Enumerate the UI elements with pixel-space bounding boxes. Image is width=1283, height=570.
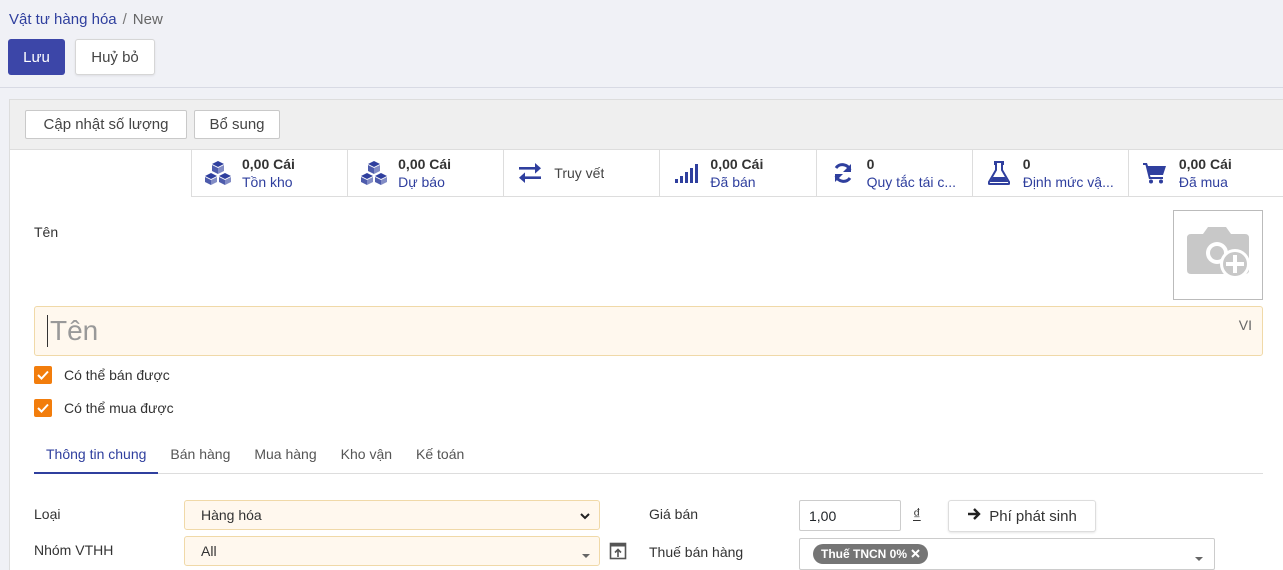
tab-general-info[interactable]: Thông tin chung xyxy=(34,438,159,474)
product-group-label: Nhóm VTHH xyxy=(34,542,114,558)
name-input[interactable]: Tên VI xyxy=(34,306,1263,356)
smart-button-bom-text: 0 Định mức vậ... xyxy=(1023,155,1114,191)
smart-button-sold-text: 0,00 Cái Đã bán xyxy=(710,155,763,191)
smart-button-traceability[interactable]: Truy vết xyxy=(503,149,660,197)
flask-icon xyxy=(985,159,1013,187)
smart-button-on-hand[interactable]: 0,00 Cái Tồn kho xyxy=(191,149,348,197)
arrow-right-icon xyxy=(967,507,983,525)
can-be-purchased-row: Có thể mua được xyxy=(34,399,174,417)
shopping-cart-icon xyxy=(1141,159,1169,187)
camera-plus-icon xyxy=(1183,224,1253,287)
signal-icon xyxy=(672,159,700,187)
tab-purchase[interactable]: Mua hàng xyxy=(242,438,328,474)
external-link-icon[interactable] xyxy=(609,542,627,563)
type-value: Hàng hóa xyxy=(201,507,262,523)
name-field-label: Tên xyxy=(34,224,59,240)
reorder-rules-value: 0 xyxy=(866,156,875,172)
sale-price-label: Giá bán xyxy=(649,506,699,522)
can-be-sold-label: Có thể bán được xyxy=(64,367,170,383)
breadcrumb-current: New xyxy=(132,11,163,28)
smart-button-on-hand-text: 0,00 Cái Tồn kho xyxy=(242,155,295,191)
form-tabs: Thông tin chung Bán hàng Mua hàng Kho vậ… xyxy=(34,438,1263,474)
can-be-purchased-label: Có thể mua được xyxy=(64,400,174,416)
refresh-icon xyxy=(829,159,857,187)
save-button[interactable]: Lưu xyxy=(8,39,65,75)
on-hand-label: Tồn kho xyxy=(242,174,293,190)
smart-buttons-row: 0,00 Cái Tồn kho 0,00 Cái Dự báo Truy vế… xyxy=(191,149,1283,197)
check-icon xyxy=(37,370,49,380)
smart-button-bom[interactable]: 0 Định mức vậ... xyxy=(971,149,1128,197)
cubes-icon xyxy=(360,159,388,187)
smart-button-reorder-rules[interactable]: 0 Quy tắc tái c... xyxy=(815,149,972,197)
tax-tag: Thuế TNCN 0% xyxy=(813,544,929,564)
extra-cost-label: Phí phát sinh xyxy=(989,507,1077,525)
form-sheet: Cập nhật số lượng Bổ sung 0,00 Cái Tồn k… xyxy=(9,99,1283,570)
smart-button-traceability-text: Truy vết xyxy=(554,164,604,182)
text-cursor xyxy=(47,315,48,347)
can-be-purchased-checkbox[interactable] xyxy=(34,399,52,417)
can-be-sold-row: Có thể bán được xyxy=(34,366,170,384)
currency-symbol: ₫ xyxy=(913,506,921,523)
sold-label: Đã bán xyxy=(710,174,756,190)
product-image-upload[interactable] xyxy=(1173,210,1263,300)
product-group-select[interactable]: All xyxy=(184,536,600,566)
name-placeholder: Tên xyxy=(50,315,99,346)
type-select[interactable]: Hàng hóa xyxy=(184,500,600,530)
bom-value: 0 xyxy=(1022,156,1031,172)
purchased-label: Đã mua xyxy=(1178,174,1228,190)
control-panel: Vật tư hàng hóa / New Lưu Huỷ bỏ xyxy=(0,0,1283,88)
traceability-label: Truy vết xyxy=(554,165,605,181)
on-hand-value: 0,00 Cái xyxy=(242,156,295,172)
smart-button-forecast-text: 0,00 Cái Dự báo xyxy=(398,155,451,191)
exchange-icon xyxy=(516,159,544,187)
forecast-value: 0,00 Cái xyxy=(398,156,452,172)
language-tag[interactable]: VI xyxy=(1239,317,1252,333)
reorder-rules-label: Quy tắc tái c... xyxy=(866,174,957,190)
bom-label: Định mức vậ... xyxy=(1022,174,1114,190)
sold-value: 0,00 Cái xyxy=(710,156,764,172)
sales-tax-field[interactable]: Thuế TNCN 0% xyxy=(799,538,1215,570)
sale-price-input[interactable]: 1,00 xyxy=(799,500,901,531)
tab-accounting[interactable]: Kế toán xyxy=(404,438,476,474)
purchased-value: 0,00 Cái xyxy=(1178,156,1232,172)
type-label: Loại xyxy=(34,506,61,522)
update-quantity-button[interactable]: Cập nhật số lượng xyxy=(25,110,187,139)
check-icon xyxy=(37,403,49,413)
product-group-value: All xyxy=(201,543,217,559)
sales-tax-label: Thuế bán hàng xyxy=(649,544,744,560)
smart-button-reorder-rules-text: 0 Quy tắc tái c... xyxy=(867,155,956,191)
remove-tag-icon[interactable] xyxy=(911,547,920,561)
smart-button-purchased-text: 0,00 Cái Đã mua xyxy=(1179,155,1232,191)
forecast-label: Dự báo xyxy=(398,174,445,190)
smart-button-forecast[interactable]: 0,00 Cái Dự báo xyxy=(347,149,504,197)
can-be-sold-checkbox[interactable] xyxy=(34,366,52,384)
cubes-icon xyxy=(204,159,232,187)
smart-button-purchased[interactable]: 0,00 Cái Đã mua xyxy=(1127,149,1283,197)
form-statusbar: Cập nhật số lượng Bổ sung xyxy=(10,100,1283,150)
extra-cost-button[interactable]: Phí phát sinh xyxy=(948,500,1096,532)
chevron-down-icon xyxy=(579,509,591,525)
tab-sales[interactable]: Bán hàng xyxy=(158,438,242,474)
breadcrumb: Vật tư hàng hóa / New xyxy=(9,11,163,28)
tax-tag-label: Thuế TNCN 0% xyxy=(821,547,908,561)
discard-button[interactable]: Huỷ bỏ xyxy=(75,39,155,75)
caret-down-icon xyxy=(1194,550,1204,566)
supplement-button[interactable]: Bổ sung xyxy=(194,110,280,139)
caret-down-icon xyxy=(581,547,591,563)
smart-button-sold[interactable]: 0,00 Cái Đã bán xyxy=(659,149,816,197)
breadcrumb-separator: / xyxy=(122,11,127,28)
breadcrumb-parent-link[interactable]: Vật tư hàng hóa xyxy=(9,11,117,28)
tab-inventory[interactable]: Kho vận xyxy=(329,438,404,474)
